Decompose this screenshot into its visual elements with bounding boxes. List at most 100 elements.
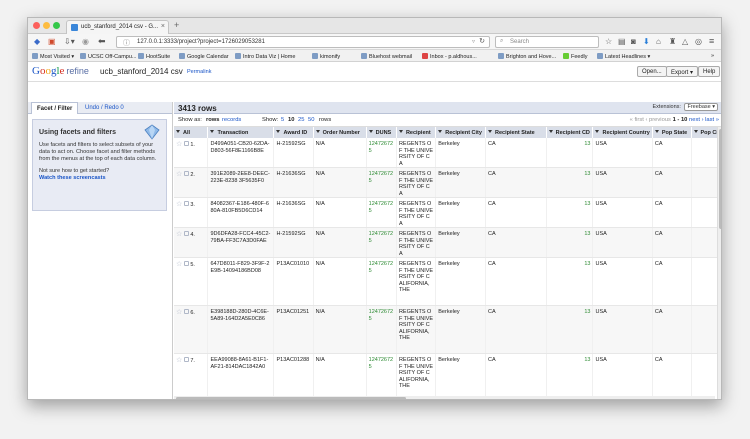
cell-award-id[interactable]: H-21636SG [273, 197, 314, 228]
new-tab-icon[interactable]: + [174, 20, 179, 30]
cell-order-number[interactable]: N/A [313, 353, 367, 399]
cell-duns[interactable]: 124726725 [366, 257, 397, 306]
cell-duns[interactable]: 124726725 [366, 353, 397, 399]
cell-recipient-cd[interactable]: 13 [546, 353, 594, 399]
cell-recipient-state[interactable]: CA [485, 305, 547, 354]
home-icon[interactable]: ⌂ [656, 37, 661, 46]
bookmark-item[interactable]: Google Calendar [179, 53, 229, 60]
cell-recipient-state[interactable]: CA [485, 138, 547, 168]
bookmark-item[interactable]: HootSuite [138, 53, 170, 60]
cell-recipient-country[interactable]: USA [592, 138, 653, 168]
pocket-icon[interactable]: ▣ [48, 37, 56, 46]
star-icon[interactable]: ☆ [176, 261, 182, 268]
project-name[interactable]: ucb_stanford_2014 csv [100, 67, 183, 76]
column-header-all[interactable]: All [174, 127, 209, 138]
cell-order-number[interactable]: N/A [313, 305, 367, 354]
show-as-records[interactable]: records [222, 117, 241, 123]
cell-pop-state[interactable]: CA [652, 353, 692, 399]
cell-recipient-cd[interactable]: 13 [546, 167, 594, 198]
cell-pop-state[interactable]: CA [652, 167, 692, 198]
cell-recipient-state[interactable]: CA [485, 197, 547, 228]
cell-duns[interactable]: 124726725 [366, 138, 397, 168]
downloads-icon[interactable]: ⬇ [643, 37, 650, 46]
help-button[interactable]: Help [698, 66, 721, 77]
page-size-10[interactable]: 10 [288, 117, 294, 123]
puzzle-icon[interactable]: ♜ [669, 37, 676, 46]
browser-tab[interactable]: ucb_stanford_2014 csv - G... × [66, 20, 169, 34]
screencasts-link[interactable]: Watch these screencasts [39, 175, 106, 181]
show-as-rows[interactable]: rows [206, 117, 220, 123]
cell-order-number[interactable]: N/A [313, 227, 367, 258]
cell-recipient-state[interactable]: CA [485, 353, 547, 399]
triangle-icon[interactable]: △ [682, 37, 688, 46]
back-button[interactable]: ⬅ [98, 36, 106, 47]
cell-pop-state[interactable]: CA [652, 138, 692, 168]
download-icon[interactable]: ⇩▾ [64, 37, 75, 46]
search-input[interactable]: ⌕ Search [495, 36, 599, 48]
cell-recipient-city[interactable]: Berkeley [435, 353, 486, 399]
cell-recipient-state[interactable]: CA [485, 227, 547, 258]
cell-transaction[interactable]: D499A051-CB20-62DA-D803-56F8E1166B8E [207, 138, 275, 168]
cell-order-number[interactable]: N/A [313, 138, 367, 168]
extensions-dropdown[interactable]: Freebase ▾ [684, 103, 718, 111]
bookmark-item[interactable]: kimonify [312, 53, 340, 60]
star-icon[interactable]: ☆ [176, 357, 182, 364]
bookmark-item[interactable]: Most Visited ▾ [32, 53, 74, 60]
star-icon[interactable]: ☆ [176, 231, 182, 238]
bookmark-item[interactable]: Intro Data Viz | Home [235, 53, 295, 60]
menu-icon[interactable]: ≡ [709, 36, 714, 46]
flag-icon[interactable] [183, 231, 189, 236]
cell-recipient-country[interactable]: USA [592, 305, 653, 354]
page-size-25[interactable]: 25 [298, 117, 304, 123]
pager-last[interactable]: last » [705, 117, 719, 123]
permalink-link[interactable]: Permalink [187, 69, 211, 75]
cell-recipient-city[interactable]: Berkeley [435, 138, 486, 168]
flag-icon[interactable] [183, 309, 189, 314]
cell-transaction[interactable]: 647D8011-F829-3F9F-2E9B-14094186BD08 [207, 257, 275, 306]
column-header-recipient-country[interactable]: Recipient Country [592, 127, 653, 138]
user-icon[interactable]: ◉ [82, 37, 89, 46]
cell-order-number[interactable]: N/A [313, 197, 367, 228]
pager-previous[interactable]: ‹ previous [645, 117, 670, 123]
flag-icon[interactable] [183, 201, 189, 206]
cell-award-id[interactable]: P13AC01251 [273, 305, 314, 354]
cell-duns[interactable]: 124726725 [366, 227, 397, 258]
url-bar[interactable]: ⓘ 127.0.0.1:3333/project?project=1726029… [116, 36, 490, 48]
cell-transaction[interactable]: 9D6DFA28-FCC4-45C2-79BA-FF3C7A3D0FAE [207, 227, 275, 258]
cell-recipient-country[interactable]: USA [592, 353, 653, 399]
chevron-right-icon[interactable]: » [711, 53, 714, 59]
cell-recipient-country[interactable]: USA [592, 227, 653, 258]
reload-icon[interactable]: ↻ [479, 37, 485, 45]
flag-icon[interactable] [183, 141, 189, 146]
column-header-transaction[interactable]: Transaction [207, 127, 275, 138]
zoom-window-icon[interactable] [53, 22, 60, 29]
column-header-order-number[interactable]: Order Number [313, 127, 367, 138]
bookmark-item[interactable]: Latest Headlines ▾ [597, 53, 650, 60]
cell-award-id[interactable]: P13AC01288 [273, 353, 314, 399]
cell-recipient[interactable]: REGENTS OF THE UNIVERSITY OF CA [396, 138, 437, 168]
page-size-50[interactable]: 50 [308, 117, 314, 123]
bookmark-item[interactable]: Brighton and Hove... [498, 53, 556, 60]
cell-recipient[interactable]: REGENTS OF THE UNIVERSITY OF CA [396, 227, 437, 258]
vertical-scrollbar[interactable] [717, 127, 721, 399]
star-icon[interactable]: ☆ [176, 201, 182, 208]
cell-order-number[interactable]: N/A [313, 257, 367, 306]
export-button[interactable]: Export ▾ [666, 66, 699, 77]
star-icon[interactable]: ☆ [176, 141, 182, 148]
cell-pop-state[interactable]: CA [652, 257, 692, 306]
cell-award-id[interactable]: H-21636SG [273, 167, 314, 198]
column-header-recipient-state[interactable]: Recipient State [485, 127, 547, 138]
column-header-recipient[interactable]: Recipient [396, 127, 437, 138]
cell-recipient-cd[interactable]: 13 [546, 227, 594, 258]
dropdown-icon[interactable]: ▿ [472, 38, 475, 45]
cell-duns[interactable]: 124726725 [366, 305, 397, 354]
cell-recipient[interactable]: REGENTS OF THE UNIVERSITY OF CALIFORNIA,… [396, 305, 437, 354]
cell-recipient-state[interactable]: CA [485, 257, 547, 306]
page-size-5[interactable]: 5 [281, 117, 284, 123]
star-icon[interactable]: ☆ [176, 171, 182, 178]
horizontal-scrollbar[interactable] [174, 396, 715, 399]
close-tab-icon[interactable]: × [161, 23, 165, 30]
bookmark-star-icon[interactable]: ☆ [605, 37, 612, 46]
cell-recipient-city[interactable]: Berkeley [435, 305, 486, 354]
cell-recipient-cd[interactable]: 13 [546, 257, 594, 306]
